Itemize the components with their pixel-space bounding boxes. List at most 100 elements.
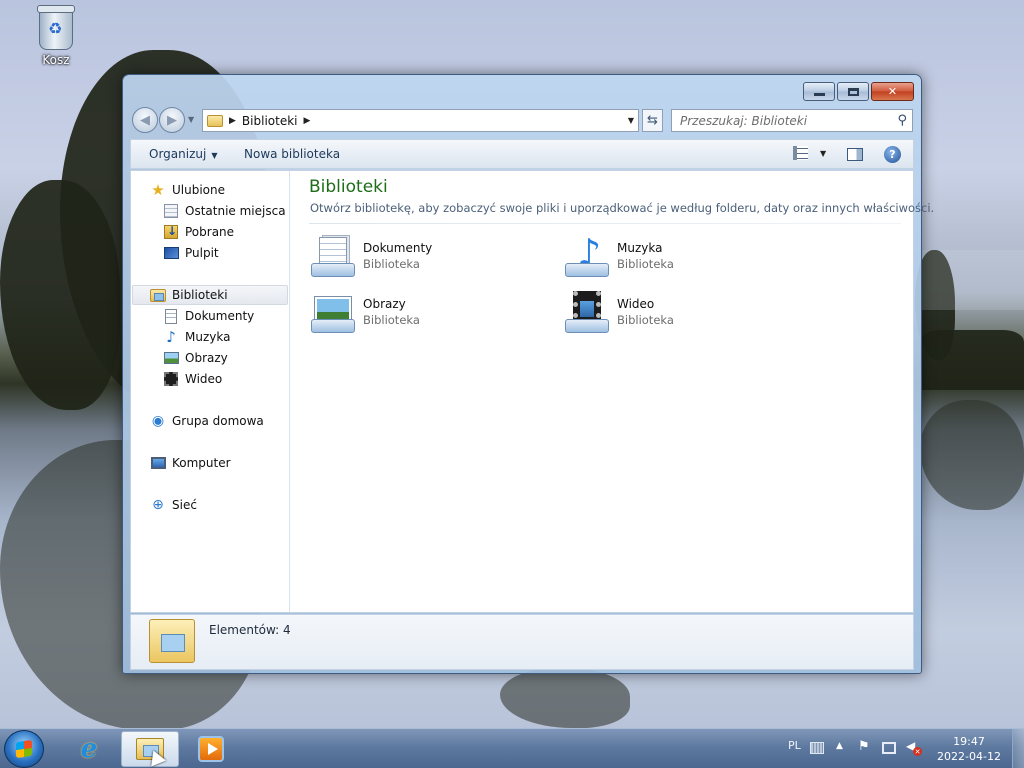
nav-item-computer[interactable]: Komputer (150, 453, 231, 473)
nav-item-favorites[interactable]: ★ Ulubione (150, 180, 225, 200)
nav-label: Pulpit (185, 246, 219, 260)
videos-icon (164, 372, 178, 386)
refresh-button[interactable]: ⇆ (642, 109, 663, 132)
show-hidden-icons-icon[interactable]: ▲ (836, 741, 850, 753)
network-status-icon[interactable] (882, 742, 896, 754)
clock[interactable]: 19:47 2022-04-12 (930, 734, 1008, 764)
action-center-flag-icon[interactable]: ⚑ (858, 739, 872, 754)
library-tile-music[interactable]: ♪ Muzyka Biblioteka (563, 233, 803, 285)
forward-button[interactable]: ▶ (159, 107, 185, 133)
pictures-icon (163, 352, 179, 364)
library-name: Muzyka (617, 241, 663, 255)
nav-label: Grupa domowa (172, 414, 264, 428)
search-box[interactable]: ⚲ (671, 109, 913, 132)
nav-item-music[interactable]: ♪ Muzyka (163, 327, 230, 347)
libraries-folder-icon (207, 114, 223, 127)
recycle-bin-icon (37, 5, 75, 50)
chevron-down-icon: ▼ (211, 151, 218, 160)
maximize-button[interactable] (837, 82, 869, 101)
library-type: Biblioteka (363, 313, 420, 327)
organize-menu-button[interactable]: Organizuj ▼ (149, 147, 217, 161)
minimize-icon (813, 93, 825, 96)
nav-label: Muzyka (185, 330, 231, 344)
library-name: Wideo (617, 297, 655, 311)
content-area: ★ Ulubione Ostatnie miejsca Pobrane Pulpi… (130, 170, 934, 613)
nav-item-downloads[interactable]: Pobrane (163, 222, 234, 242)
network-icon: ⊕ (152, 497, 164, 513)
clock-date: 2022-04-12 (937, 750, 1001, 763)
language-indicator[interactable]: PL (788, 739, 801, 752)
keyboard-icon[interactable] (810, 742, 824, 754)
tree-reflection (920, 400, 1024, 510)
recent-pages-dropdown[interactable]: ▼ (188, 115, 194, 124)
address-bar[interactable]: ▶ Biblioteki ▶ ▼ (202, 109, 639, 132)
new-library-label: Nowa biblioteka (244, 147, 341, 161)
view-options-icon (793, 146, 808, 160)
nav-label: Komputer (172, 456, 231, 470)
nav-label: Ulubione (172, 183, 226, 197)
libraries-large-icon (149, 619, 195, 663)
tree-reflection (500, 668, 630, 728)
preview-pane-button[interactable] (847, 148, 863, 161)
nav-item-homegroup[interactable]: ◉ Grupa domowa (150, 411, 264, 431)
recent-places-icon (164, 204, 178, 218)
caption-buttons: ✕ (803, 82, 914, 101)
music-note-icon: ♪ (166, 328, 176, 346)
chevron-down-icon[interactable]: ▼ (820, 149, 826, 158)
nav-item-documents[interactable]: Dokumenty (163, 306, 254, 326)
close-icon: ✕ (887, 85, 898, 98)
back-button[interactable]: ◀ (132, 107, 158, 133)
taskbar-internet-explorer[interactable]: e (60, 731, 118, 767)
breadcrumb-libraries[interactable]: Biblioteki (242, 114, 298, 128)
close-button[interactable]: ✕ (871, 82, 914, 101)
muted-x-icon: ✕ (913, 747, 922, 756)
nav-item-desktop[interactable]: Pulpit (163, 243, 219, 263)
nav-label: Dokumenty (185, 309, 255, 323)
breadcrumb-separator-icon[interactable]: ▶ (304, 116, 311, 126)
library-tile-pictures[interactable]: Obrazy Biblioteka (309, 289, 549, 341)
search-input[interactable] (680, 114, 880, 128)
page-title: Biblioteki (309, 177, 388, 197)
page-description: Otwórz bibliotekę, aby zobaczyć swoje pl… (310, 201, 935, 215)
explorer-window: ✕ ◀ ▶ ▼ ▶ Biblioteki ▶ ▼ ⇆ ⚲ Organizuj ▼ … (122, 74, 934, 674)
pictures-library-icon (309, 289, 357, 337)
library-type: Biblioteka (617, 257, 674, 271)
address-history-dropdown[interactable]: ▼ (628, 116, 634, 125)
minimize-button[interactable] (803, 82, 835, 101)
nav-label: Obrazy (185, 351, 228, 365)
libraries-icon (150, 288, 166, 302)
downloads-icon (164, 224, 178, 239)
desktop-icon (163, 247, 179, 259)
change-view-button[interactable]: ▼ (793, 146, 826, 160)
help-button[interactable]: ? (884, 146, 901, 163)
breadcrumb-separator-icon[interactable]: ▶ (229, 116, 236, 126)
library-tile-documents[interactable]: Dokumenty Biblioteka (309, 233, 549, 285)
nav-item-libraries[interactable]: Biblioteki (132, 285, 288, 305)
back-arrow-icon: ◀ (140, 112, 150, 128)
navigation-bar: ◀ ▶ ▼ ▶ Biblioteki ▶ ▼ ⇆ ⚲ (131, 107, 913, 133)
search-icon[interactable]: ⚲ (897, 113, 907, 128)
new-library-button[interactable]: Nowa biblioteka (244, 147, 340, 161)
nav-item-videos[interactable]: Wideo (163, 369, 222, 389)
nav-item-network[interactable]: ⊕ Sieć (150, 495, 197, 515)
tree-silhouette (0, 180, 120, 410)
help-icon: ? (889, 148, 896, 161)
forward-arrow-icon: ▶ (167, 112, 177, 128)
recycle-bin-desktop-icon[interactable]: Kosz (30, 5, 82, 67)
videos-library-icon (563, 289, 611, 337)
nav-item-recent-places[interactable]: Ostatnie miejsca (163, 201, 286, 221)
media-player-icon (198, 736, 224, 762)
show-desktop-button[interactable] (1012, 729, 1024, 768)
taskbar-media-player[interactable] (182, 731, 240, 767)
music-library-icon: ♪ (563, 233, 611, 281)
homegroup-icon: ◉ (151, 413, 165, 429)
nav-item-pictures[interactable]: Obrazy (163, 348, 228, 368)
library-tile-videos[interactable]: Wideo Biblioteka (563, 289, 803, 341)
start-button[interactable] (4, 730, 44, 768)
computer-icon (150, 457, 166, 469)
navigation-pane: ★ Ulubione Ostatnie miejsca Pobrane Pulpi… (131, 171, 290, 612)
library-type: Biblioteka (363, 257, 420, 271)
library-name: Dokumenty (363, 241, 433, 255)
command-bar: Organizuj ▼ Nowa biblioteka ▼ ? (130, 139, 914, 169)
nav-label: Biblioteki (172, 288, 228, 302)
